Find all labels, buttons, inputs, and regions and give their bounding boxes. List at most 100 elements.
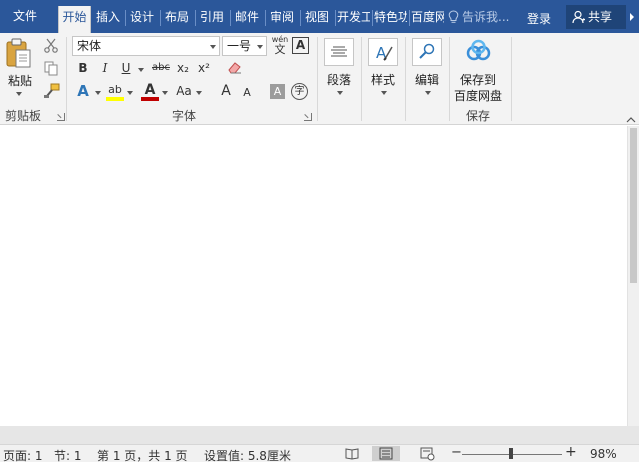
tab-separator (160, 10, 161, 26)
copy-button[interactable] (43, 60, 61, 76)
eraser-icon (228, 62, 241, 74)
document-canvas[interactable] (0, 126, 627, 426)
paragraph-icon-box (324, 38, 354, 66)
zoom-in-button[interactable]: + (565, 444, 577, 460)
phonetic-guide-button[interactable]: wén 文 (271, 35, 289, 55)
tab-special-features[interactable]: 特色功 (374, 6, 407, 33)
print-layout-button[interactable] (372, 446, 400, 461)
shrink-font-button[interactable]: A (241, 86, 253, 99)
font-size-combo[interactable]: 一号 (222, 36, 267, 56)
paste-button[interactable]: 粘贴 (4, 36, 34, 96)
ribbon-scroll-right-icon[interactable] (630, 13, 634, 21)
paste-dropdown-icon[interactable] (16, 92, 22, 96)
tab-baidu-netdisk[interactable]: 百度网 (411, 6, 444, 33)
font-size-dropdown-icon[interactable] (257, 45, 263, 49)
tab-developer[interactable]: 开发工 (337, 6, 370, 33)
clipboard-launcher-icon[interactable] (57, 113, 65, 121)
superscript-button[interactable]: x² (196, 61, 212, 75)
character-shading-button[interactable]: A (270, 84, 285, 99)
group-separator (405, 37, 406, 121)
web-layout-button[interactable] (416, 446, 438, 461)
collapse-ribbon-button[interactable] (626, 113, 636, 123)
chevron-up-icon (626, 117, 636, 123)
character-border-button[interactable]: A (292, 37, 309, 54)
change-case-dropdown-icon[interactable] (196, 91, 202, 95)
highlight-dropdown-icon[interactable] (127, 91, 133, 95)
person-icon (572, 10, 585, 24)
tab-design[interactable]: 设计 (127, 6, 157, 33)
zoom-level[interactable]: 98% (590, 447, 617, 461)
share-label: 共享 (588, 10, 613, 24)
font-color-dropdown-icon[interactable] (162, 91, 168, 95)
subscript-button[interactable]: x₂ (175, 61, 191, 75)
paragraph-dropdown-icon[interactable] (337, 91, 343, 95)
tab-references[interactable]: 引用 (197, 6, 227, 33)
ribbon-home: 粘贴 剪贴板 宋体 一号 wén 文 A B I U abc x₂ x² A a… (0, 33, 639, 125)
tab-file[interactable]: 文件 (0, 5, 50, 32)
read-mode-button[interactable] (341, 446, 363, 461)
tab-mailings[interactable]: 邮件 (232, 6, 262, 33)
editing-dropdown-icon[interactable] (425, 91, 431, 95)
phonetic-guide-char: 文 (274, 43, 286, 56)
login-link[interactable]: 登录 (527, 10, 551, 27)
status-setting[interactable]: 设置值: 5.8厘米 (204, 447, 291, 462)
enclose-characters-button[interactable]: 字 (291, 83, 308, 100)
status-section[interactable]: 节: 1 (54, 447, 82, 462)
editing-button[interactable]: 编辑 (410, 35, 444, 101)
copy-icon (44, 61, 58, 76)
styles-icon-box: A (368, 38, 398, 66)
editing-icon-box (412, 38, 442, 66)
text-effects-dropdown-icon[interactable] (95, 91, 101, 95)
save-to-baidu-button[interactable]: 保存到 百度网盘 (452, 35, 506, 105)
tab-insert[interactable]: 插入 (93, 6, 123, 33)
magnifier-icon (419, 43, 435, 59)
text-effects-button[interactable]: A (75, 82, 91, 100)
change-case-button[interactable]: Aa (175, 84, 193, 98)
paragraph-label: 段落 (327, 73, 352, 87)
font-launcher-icon[interactable] (304, 113, 312, 121)
zoom-slider-thumb[interactable] (509, 448, 513, 459)
font-color-button[interactable]: A (141, 82, 159, 101)
share-button[interactable]: 共享 (566, 5, 626, 29)
tab-separator (230, 10, 231, 26)
tab-separator (195, 10, 196, 26)
italic-button[interactable]: I (98, 61, 112, 75)
clear-formatting-button[interactable] (226, 59, 244, 75)
font-group-label: 字体 (172, 109, 197, 123)
vertical-scrollbar-thumb[interactable] (630, 128, 637, 283)
tab-separator (300, 10, 301, 26)
status-page-count[interactable]: 第 1 页，共 1 页 (97, 447, 188, 462)
strikethrough-button[interactable]: abc (150, 62, 172, 73)
zoom-out-button[interactable]: − (451, 445, 462, 460)
font-name-value: 宋体 (77, 39, 102, 53)
paste-label: 粘贴 (8, 74, 33, 88)
save-group-label: 保存 (466, 109, 491, 123)
group-separator (361, 37, 362, 121)
font-color-label: A (144, 82, 156, 98)
font-name-dropdown-icon[interactable] (210, 45, 216, 49)
status-page[interactable]: 页面: 1 (3, 447, 43, 462)
styles-dropdown-icon[interactable] (381, 91, 387, 95)
bold-button[interactable]: B (76, 61, 90, 75)
highlight-button[interactable]: ab (106, 83, 124, 101)
tab-layout[interactable]: 布局 (162, 6, 192, 33)
scissors-icon (44, 38, 58, 53)
web-layout-icon (420, 447, 435, 461)
tab-home[interactable]: 开始 (58, 6, 91, 33)
styles-button[interactable]: A 样式 (366, 35, 400, 101)
book-icon (345, 448, 359, 460)
tab-review[interactable]: 审阅 (267, 6, 297, 33)
grow-font-button[interactable]: A (219, 83, 233, 99)
tell-me-text: 告诉我... (462, 10, 510, 24)
underline-button[interactable]: U (119, 61, 133, 75)
paragraph-button[interactable]: 段落 (322, 35, 356, 101)
cut-button[interactable] (43, 37, 61, 53)
tell-me-box[interactable]: 告诉我... (448, 8, 509, 25)
status-bar: 页面: 1 节: 1 第 1 页，共 1 页 设置值: 5.8厘米 − + 98… (0, 444, 639, 462)
group-separator (511, 37, 512, 121)
format-painter-button[interactable] (43, 83, 61, 99)
tab-view[interactable]: 视图 (302, 6, 332, 33)
vertical-scrollbar[interactable] (627, 126, 639, 426)
underline-dropdown-icon[interactable] (138, 68, 144, 72)
font-name-combo[interactable]: 宋体 (72, 36, 220, 56)
